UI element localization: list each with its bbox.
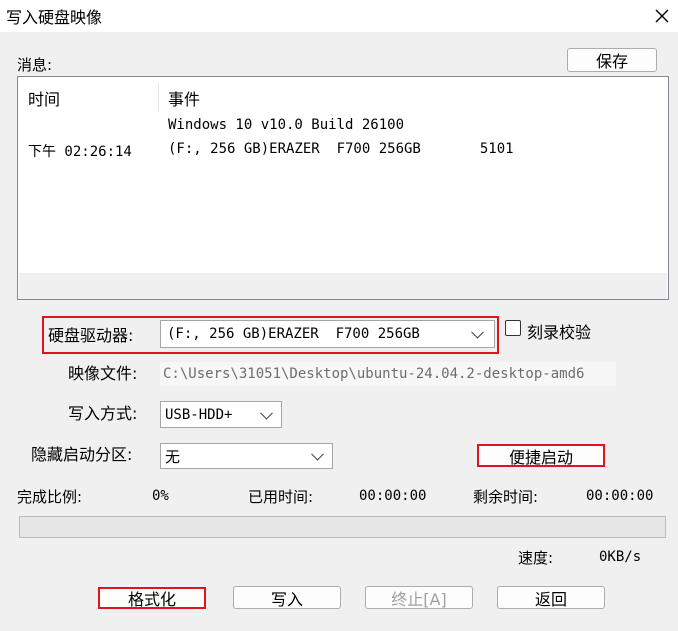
elapsed-label: 已用时间: <box>248 488 314 506</box>
row-event: Windows 10 v10.0 Build 26100 <box>168 117 405 133</box>
chevron-down-icon <box>260 406 273 420</box>
column-header-event[interactable]: 事件 <box>168 86 200 110</box>
horizontal-scrollbar[interactable] <box>19 273 667 299</box>
close-button[interactable] <box>646 0 678 32</box>
drive-select-value: (F:, 256 GB)ERAZER F700 256GB <box>167 326 420 342</box>
write-mode-value: USB-HDD+ <box>165 406 233 423</box>
messages-label: 消息: <box>17 56 53 74</box>
remaining-label: 剩余时间: <box>473 488 539 506</box>
quick-boot-button[interactable]: 便捷启动 <box>477 444 605 467</box>
chevron-down-icon <box>311 447 324 461</box>
column-divider <box>158 83 159 111</box>
hidden-partition-label: 隐藏启动分区: <box>31 445 133 464</box>
message-list[interactable]: 时间 事件 Windows 10 v10.0 Build 26100 下午 02… <box>17 76 669 300</box>
write-mode-select[interactable]: USB-HDD+ <box>160 401 282 428</box>
close-icon <box>655 9 669 23</box>
row-event: (F:, 256 GB)ERAZER F700 256GB 5101 <box>168 141 514 157</box>
verify-checkbox[interactable] <box>505 320 521 336</box>
save-button[interactable]: 保存 <box>567 48 657 72</box>
done-label: 完成比例: <box>17 488 83 506</box>
done-value: 0% <box>152 488 169 504</box>
image-file-field[interactable]: C:\Users\31051\Desktop\ubuntu-24.04.2-de… <box>160 362 616 386</box>
column-header-time[interactable]: 时间 <box>28 86 60 110</box>
hidden-partition-select[interactable]: 无 <box>160 443 333 469</box>
remaining-value: 00:00:00 <box>586 488 654 504</box>
progress-bar <box>19 516 666 538</box>
drive-label: 硬盘驱动器: <box>48 326 134 345</box>
window-title: 写入硬盘映像 <box>6 8 103 27</box>
verify-label[interactable]: 刻录校验 <box>527 319 591 343</box>
back-button[interactable]: 返回 <box>497 586 605 609</box>
drive-select[interactable]: (F:, 256 GB)ERAZER F700 256GB <box>160 320 495 348</box>
speed-label: 速度: <box>518 549 554 567</box>
hidden-partition-value: 无 <box>165 447 181 466</box>
row-time: 下午 02:26:14 <box>28 144 132 160</box>
speed-value: 0KB/s <box>599 549 642 565</box>
chevron-down-icon <box>471 325 484 339</box>
image-file-label: 映像文件: <box>68 364 138 383</box>
write-mode-label: 写入方式: <box>68 404 138 423</box>
stop-button[interactable]: 终止[A] <box>365 586 473 609</box>
elapsed-value: 00:00:00 <box>359 488 427 504</box>
format-button[interactable]: 格式化 <box>98 587 206 609</box>
write-button[interactable]: 写入 <box>233 586 341 609</box>
